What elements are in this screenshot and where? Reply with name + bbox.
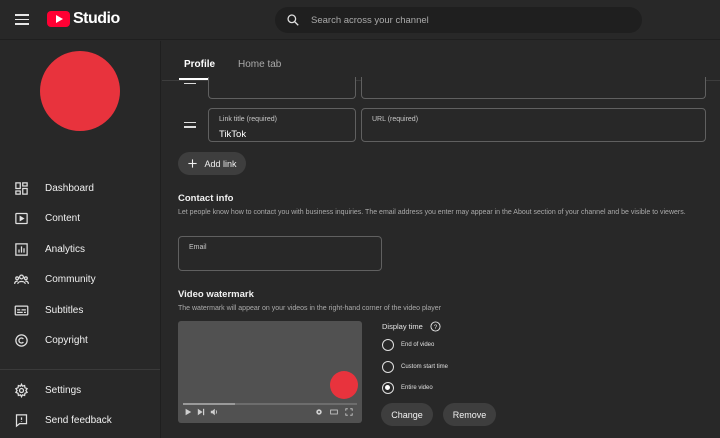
play-icon bbox=[185, 408, 192, 416]
display-time-label: Display time bbox=[382, 322, 423, 331]
add-link-label: Add link bbox=[204, 158, 237, 169]
link-title-input[interactable]: TikTok bbox=[219, 129, 246, 140]
settings-icon bbox=[316, 409, 322, 415]
help-icon[interactable]: ? bbox=[430, 321, 441, 332]
search-icon bbox=[287, 14, 299, 26]
drag-handle-icon[interactable] bbox=[184, 122, 196, 131]
video-progress-fill bbox=[183, 403, 236, 405]
radio-entire-video-label: Entire video bbox=[401, 385, 433, 391]
logo-text: Studio bbox=[73, 10, 120, 27]
search-input[interactable]: Search across your channel bbox=[311, 15, 429, 26]
fullscreen-icon bbox=[345, 408, 353, 416]
video-preview bbox=[178, 321, 362, 423]
remove-button[interactable]: Remove bbox=[443, 403, 496, 426]
subtitles-icon bbox=[14, 305, 29, 315]
sidebar-item-label: Subtitles bbox=[45, 304, 84, 316]
add-link-button[interactable]: Add link bbox=[178, 152, 246, 175]
youtube-logo-icon bbox=[47, 11, 70, 27]
contact-info-description: Let people know how to contact you with … bbox=[178, 209, 686, 216]
gear-icon bbox=[14, 382, 29, 398]
link-url-field-prev[interactable] bbox=[361, 77, 706, 99]
sidebar-item-copyright[interactable]: Copyright bbox=[0, 325, 160, 355]
video-watermark-description: The watermark will appear on your videos… bbox=[178, 305, 442, 312]
sidebar-item-label: Analytics bbox=[45, 243, 86, 255]
studio-logo[interactable]: Studio bbox=[47, 10, 120, 28]
radio-custom-start-time[interactable] bbox=[382, 361, 394, 373]
email-field[interactable]: Email bbox=[178, 236, 382, 271]
email-label: Email bbox=[189, 244, 207, 251]
next-icon bbox=[197, 408, 205, 416]
tab-profile[interactable]: Profile bbox=[184, 59, 215, 70]
link-url-label: URL (required) bbox=[372, 116, 419, 123]
link-title-label: Link title (required) bbox=[219, 116, 277, 123]
tab-home[interactable]: Home tab bbox=[238, 59, 281, 70]
top-bar: Studio Search across your channel bbox=[0, 0, 720, 40]
plus-icon bbox=[188, 159, 198, 168]
remove-button-label: Remove bbox=[452, 409, 487, 420]
sidebar-item-subtitles[interactable]: Subtitles bbox=[0, 295, 160, 325]
video-watermark-title: Video watermark bbox=[178, 289, 254, 300]
link-title-field-prev[interactable] bbox=[208, 77, 356, 99]
sidebar-item-label: Content bbox=[45, 212, 81, 224]
sidebar-item-label: Copyright bbox=[45, 334, 88, 346]
sidebar-item-send-feedback[interactable]: Send feedback bbox=[0, 405, 160, 435]
radio-end-of-video[interactable] bbox=[382, 339, 394, 351]
sidebar-item-content[interactable]: Content bbox=[0, 203, 160, 233]
contact-info-title: Contact info bbox=[178, 193, 234, 204]
sidebar-item-settings[interactable]: Settings bbox=[0, 375, 160, 405]
radio-end-of-video-label: End of video bbox=[401, 342, 435, 348]
channel-avatar[interactable] bbox=[40, 51, 120, 131]
sidebar-item-label: Dashboard bbox=[45, 182, 94, 194]
svg-text:?: ? bbox=[434, 325, 438, 331]
sidebar-item-analytics[interactable]: Analytics bbox=[0, 234, 160, 264]
community-icon bbox=[14, 274, 29, 284]
radio-custom-start-time-label: Custom start time bbox=[401, 364, 449, 370]
sidebar: Dashboard Content Analytics Community Su… bbox=[0, 41, 161, 438]
tab-bar: Profile Home tab bbox=[162, 41, 720, 81]
main-content: Profile Home tab Link title (required) T… bbox=[162, 41, 720, 438]
link-title-field[interactable]: Link title (required) TikTok bbox=[208, 108, 356, 142]
copyright-icon bbox=[15, 333, 28, 347]
theater-mode-icon bbox=[330, 409, 338, 415]
radio-entire-video[interactable] bbox=[382, 382, 394, 394]
sidebar-item-label: Community bbox=[45, 273, 96, 285]
content-icon bbox=[15, 212, 28, 224]
sidebar-item-community[interactable]: Community bbox=[0, 264, 160, 294]
hamburger-icon[interactable] bbox=[12, 11, 32, 29]
change-button-label: Change bbox=[391, 409, 423, 420]
volume-icon bbox=[210, 408, 217, 416]
dashboard-icon bbox=[15, 181, 28, 195]
sidebar-item-dashboard[interactable]: Dashboard bbox=[0, 173, 160, 203]
feedback-icon bbox=[15, 413, 28, 427]
change-button[interactable]: Change bbox=[381, 403, 433, 426]
sidebar-item-label: Settings bbox=[45, 384, 82, 396]
drag-handle-icon[interactable] bbox=[184, 83, 196, 87]
link-url-field[interactable]: URL (required) bbox=[361, 108, 706, 142]
watermark-preview bbox=[330, 371, 358, 399]
search-bar[interactable]: Search across your channel bbox=[275, 7, 642, 33]
sidebar-item-label: Send feedback bbox=[45, 414, 112, 426]
video-progress-bar bbox=[183, 403, 357, 405]
sidebar-divider bbox=[0, 369, 160, 370]
analytics-icon bbox=[15, 242, 28, 256]
